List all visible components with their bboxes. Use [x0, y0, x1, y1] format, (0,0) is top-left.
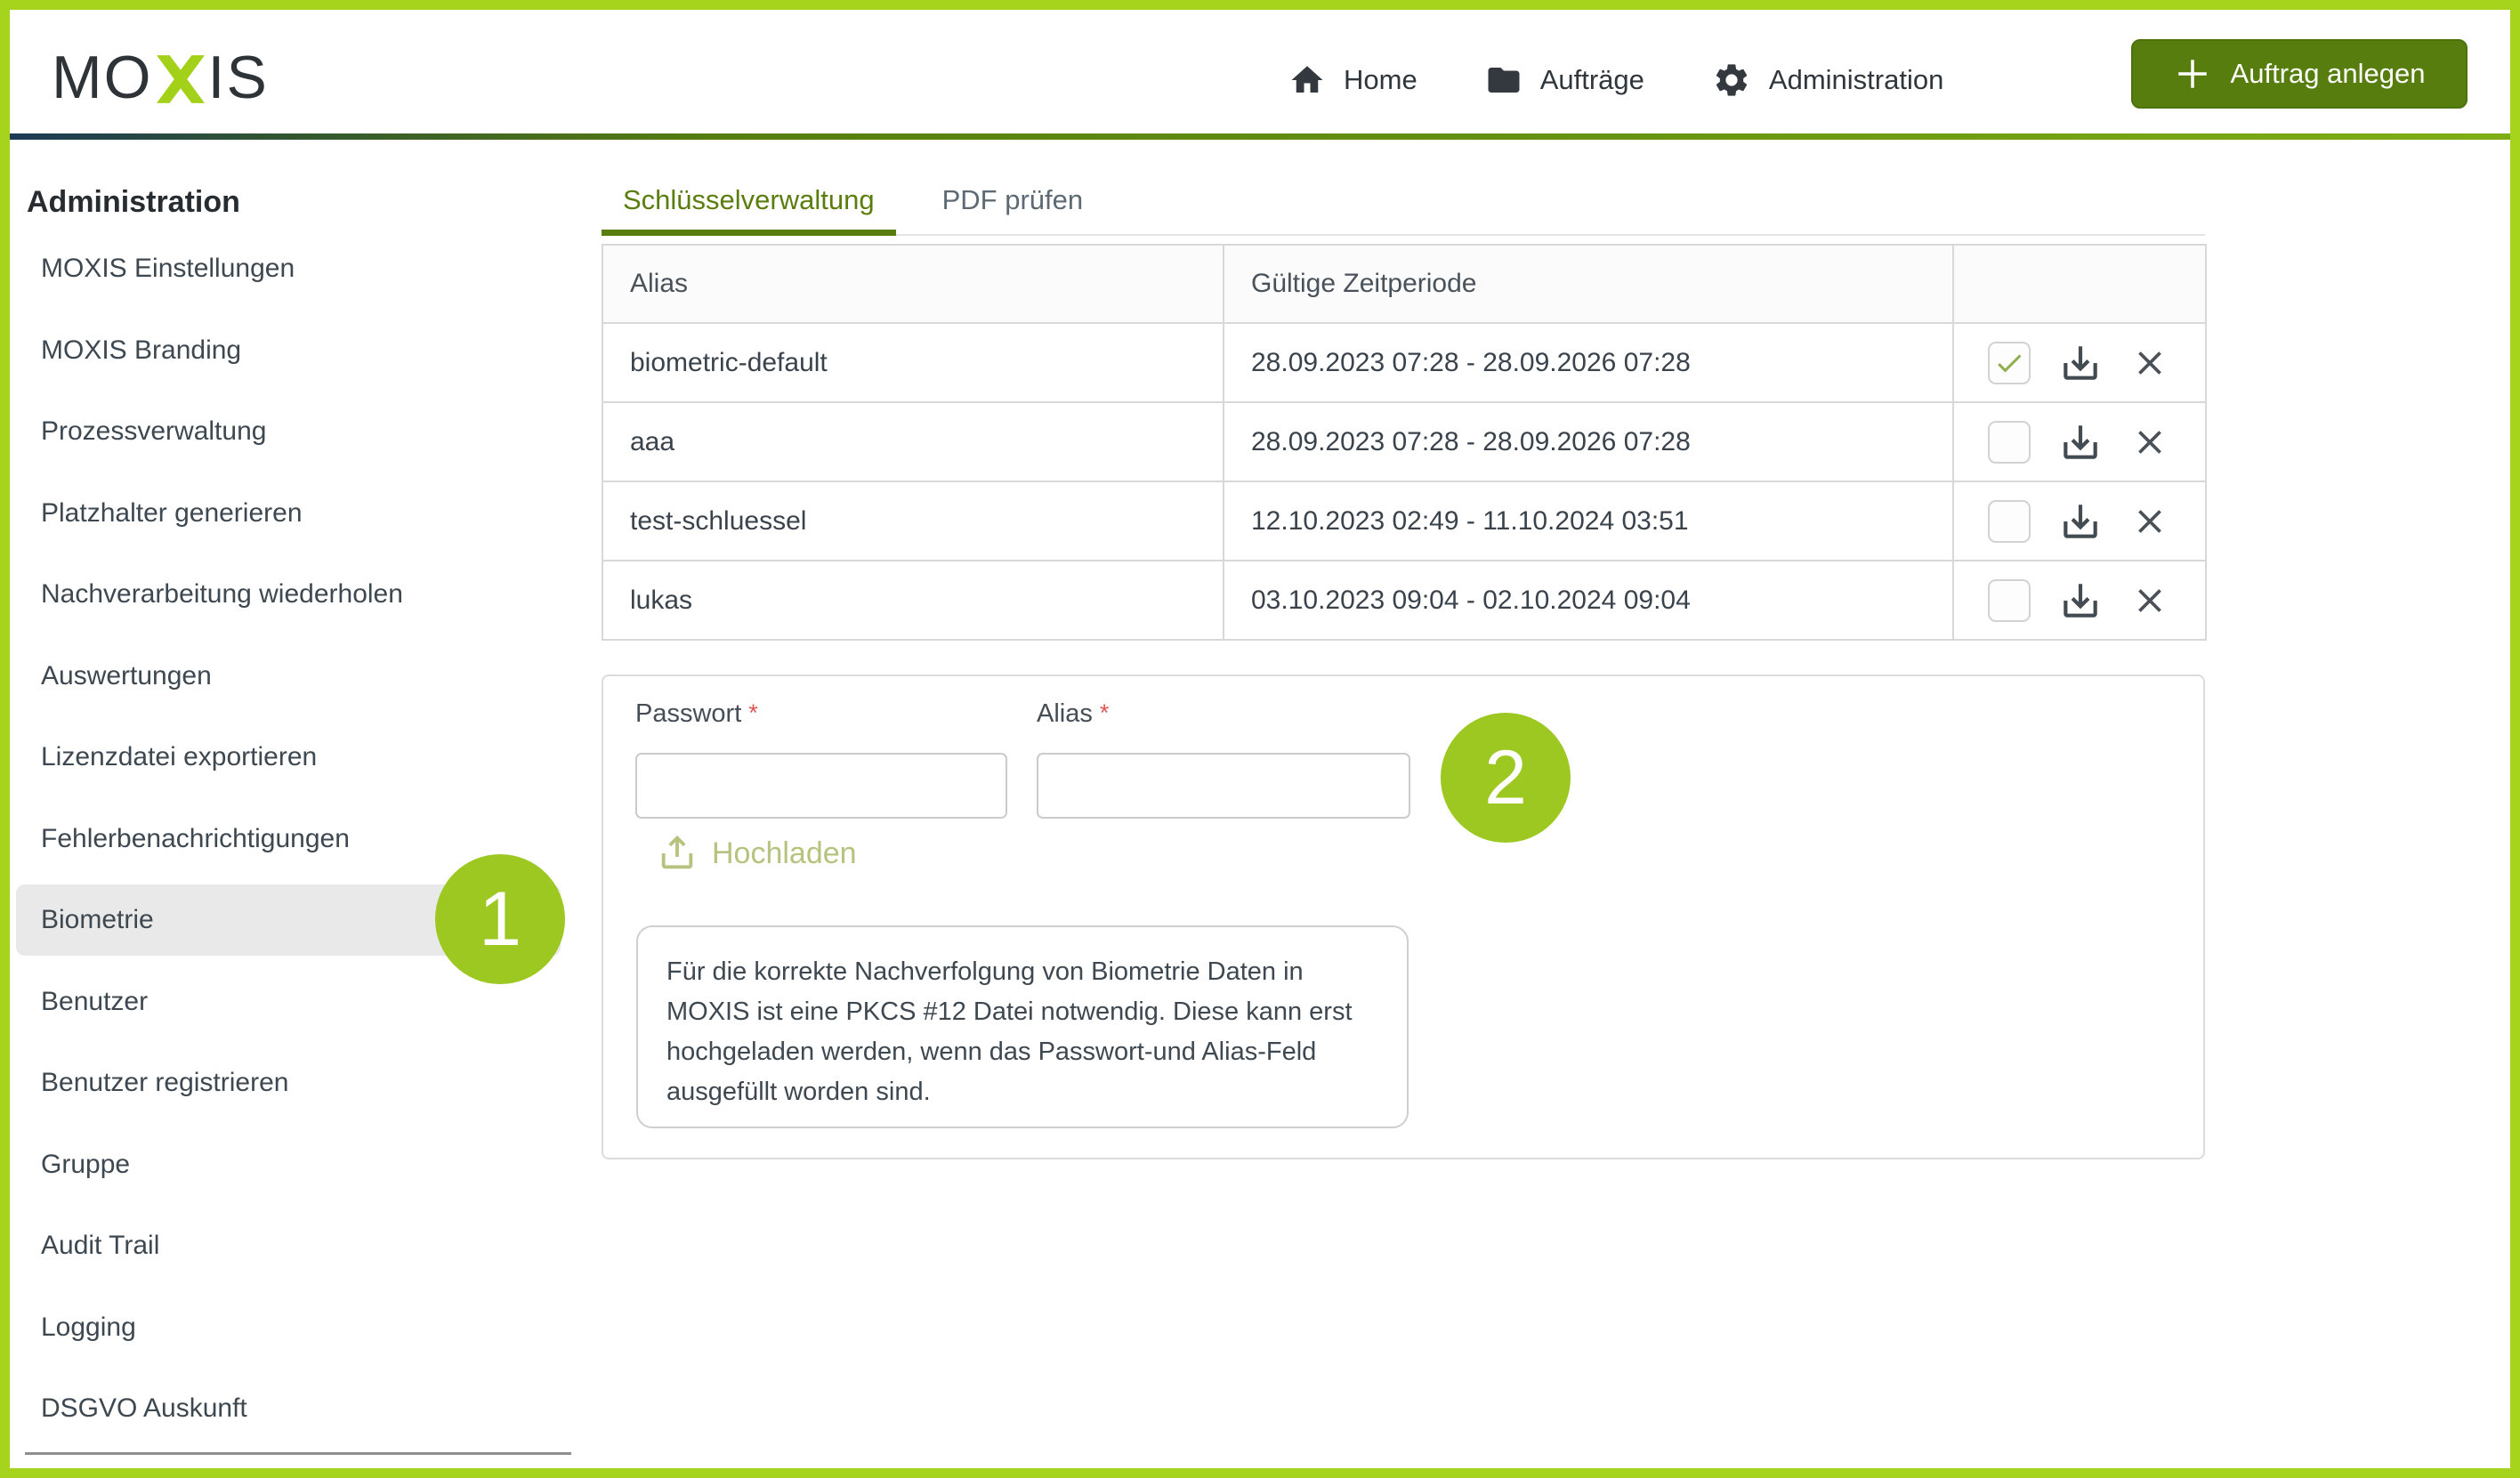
- upload-button[interactable]: Hochladen: [657, 833, 857, 874]
- close-icon: [2138, 430, 2161, 454]
- close-icon: [2138, 588, 2161, 612]
- create-auftrag-button[interactable]: Auftrag anlegen: [2131, 39, 2468, 109]
- nav-auftraege[interactable]: Aufträge: [1485, 61, 1644, 99]
- nav-home[interactable]: Home: [1288, 61, 1418, 99]
- sidebar-item-moxis-einstellungen[interactable]: MOXIS Einstellungen: [16, 233, 561, 304]
- annotation-step-1: 1: [435, 854, 565, 984]
- download-icon: [2064, 424, 2097, 459]
- table-row: biometric-default 28.09.2023 07:28 - 28.…: [602, 322, 2207, 403]
- sidebar-item-nachverarbeitung-wiederholen[interactable]: Nachverarbeitung wiederholen: [16, 559, 561, 630]
- password-field[interactable]: [635, 753, 1007, 819]
- plus-icon: [2177, 60, 2207, 88]
- required-marker: *: [748, 699, 758, 726]
- alias-cell: test-schluessel: [602, 481, 1224, 561]
- download-icon: [2064, 583, 2097, 618]
- info-box: Für die korrekte Nachverfolgung von Biom…: [636, 925, 1409, 1128]
- sidebar-item-audit-trail[interactable]: Audit Trail: [16, 1210, 561, 1281]
- gear-icon: [1716, 64, 1748, 96]
- logo-x-icon: [156, 55, 205, 103]
- upload-form-panel: Passwort * Alias * Hochladen Für die korre…: [602, 674, 2205, 1159]
- alias-cell: biometric-default: [602, 322, 1224, 403]
- alias-cell: lukas: [602, 560, 1224, 641]
- sidebar-menu: MOXIS Einstellungen MOXIS Branding Proze…: [16, 233, 561, 1455]
- logo-text-right: IS: [207, 44, 269, 111]
- sidebar-heading: Administration: [27, 185, 240, 219]
- period-cell: 03.10.2023 09:04 - 02.10.2024 09:04: [1223, 560, 1954, 641]
- upload-icon: [661, 835, 693, 869]
- app-window: MO IS Home Aufträge Administration Auftr…: [0, 0, 2520, 1478]
- period-cell: 28.09.2023 07:28 - 28.09.2026 07:28: [1223, 401, 1954, 482]
- column-header-zeitperiode: Gültige Zeitperiode: [1223, 244, 1954, 324]
- folder-icon: [1488, 68, 1520, 93]
- download-icon: [2064, 345, 2097, 380]
- upload-label: Hochladen: [712, 836, 857, 870]
- sidebar-item-prozessverwaltung[interactable]: Prozessverwaltung: [16, 396, 561, 467]
- default-checkbox-checked[interactable]: [1988, 341, 2031, 384]
- nav-home-label: Home: [1344, 64, 1418, 95]
- required-marker: *: [1099, 699, 1110, 726]
- table-header-row: Alias Gültige Zeitperiode: [602, 244, 2207, 324]
- info-text: Für die korrekte Nachverfolgung von Biom…: [666, 957, 1353, 1106]
- sidebar-item-benutzer-registrieren[interactable]: Benutzer registrieren: [16, 1047, 561, 1119]
- password-label: Passwort *: [635, 699, 758, 728]
- key-table: Alias Gültige Zeitperiode biometric-defa…: [602, 244, 2207, 641]
- period-cell: 12.10.2023 02:49 - 11.10.2024 03:51: [1223, 481, 1954, 561]
- content-tabs: Schlüsselverwaltung PDF prüfen: [602, 177, 2205, 236]
- nav-administration-label: Administration: [1768, 64, 1944, 95]
- annotation-step-2: 2: [1441, 713, 1571, 843]
- top-navigation: Home Aufträge Administration: [1288, 46, 1943, 114]
- sidebar-item-dsgvo-auskunft[interactable]: DSGVO Auskunft: [16, 1373, 561, 1444]
- sidebar-divider: [25, 1452, 571, 1455]
- check-icon: [1998, 353, 2022, 372]
- alias-cell: aaa: [602, 401, 1224, 482]
- delete-icon-button[interactable]: [2130, 502, 2169, 541]
- create-auftrag-label: Auftrag anlegen: [2230, 58, 2426, 89]
- sidebar-item-logging[interactable]: Logging: [16, 1292, 561, 1363]
- download-icon-button[interactable]: [2058, 578, 2103, 623]
- download-icon-button[interactable]: [2058, 420, 2103, 464]
- alias-field[interactable]: [1037, 753, 1410, 819]
- sidebar-item-lizenzdatei-exportieren[interactable]: Lizenzdatei exportieren: [16, 722, 561, 793]
- sidebar-item-moxis-branding[interactable]: MOXIS Branding: [16, 315, 561, 386]
- column-header-alias: Alias: [602, 244, 1224, 324]
- table-row: aaa 28.09.2023 07:28 - 28.09.2026 07:28: [602, 401, 2207, 482]
- close-icon: [2138, 351, 2161, 375]
- home-icon: [1291, 66, 1323, 93]
- logo[interactable]: MO IS: [52, 43, 269, 112]
- download-icon-button[interactable]: [2058, 341, 2103, 385]
- tab-pdf-pruefen[interactable]: PDF prüfen: [921, 184, 1105, 234]
- column-header-actions: [1952, 244, 2207, 324]
- nav-administration[interactable]: Administration: [1712, 61, 1943, 100]
- sidebar-item-platzhalter-generieren[interactable]: Platzhalter generieren: [16, 478, 561, 549]
- table-row: lukas 03.10.2023 09:04 - 02.10.2024 09:0…: [602, 560, 2207, 641]
- tab-schluesselverwaltung[interactable]: Schlüsselverwaltung: [602, 184, 896, 236]
- nav-auftraege-label: Aufträge: [1539, 64, 1644, 95]
- default-checkbox[interactable]: [1988, 499, 2031, 543]
- delete-icon-button[interactable]: [2130, 423, 2169, 462]
- table-row: test-schluessel 12.10.2023 02:49 - 11.10…: [602, 481, 2207, 561]
- default-checkbox[interactable]: [1988, 578, 2031, 622]
- sidebar-item-gruppe[interactable]: Gruppe: [16, 1129, 561, 1200]
- header-divider: [10, 133, 2510, 140]
- close-icon: [2138, 509, 2161, 533]
- download-icon: [2064, 504, 2097, 538]
- delete-icon-button[interactable]: [2130, 343, 2169, 383]
- sidebar-item-auswertungen[interactable]: Auswertungen: [16, 641, 561, 712]
- alias-label: Alias *: [1037, 699, 1110, 728]
- delete-icon-button[interactable]: [2130, 581, 2169, 620]
- logo-text-left: MO: [52, 44, 153, 111]
- default-checkbox[interactable]: [1988, 420, 2031, 464]
- period-cell: 28.09.2023 07:28 - 28.09.2026 07:28: [1223, 322, 1954, 403]
- download-icon-button[interactable]: [2058, 499, 2103, 544]
